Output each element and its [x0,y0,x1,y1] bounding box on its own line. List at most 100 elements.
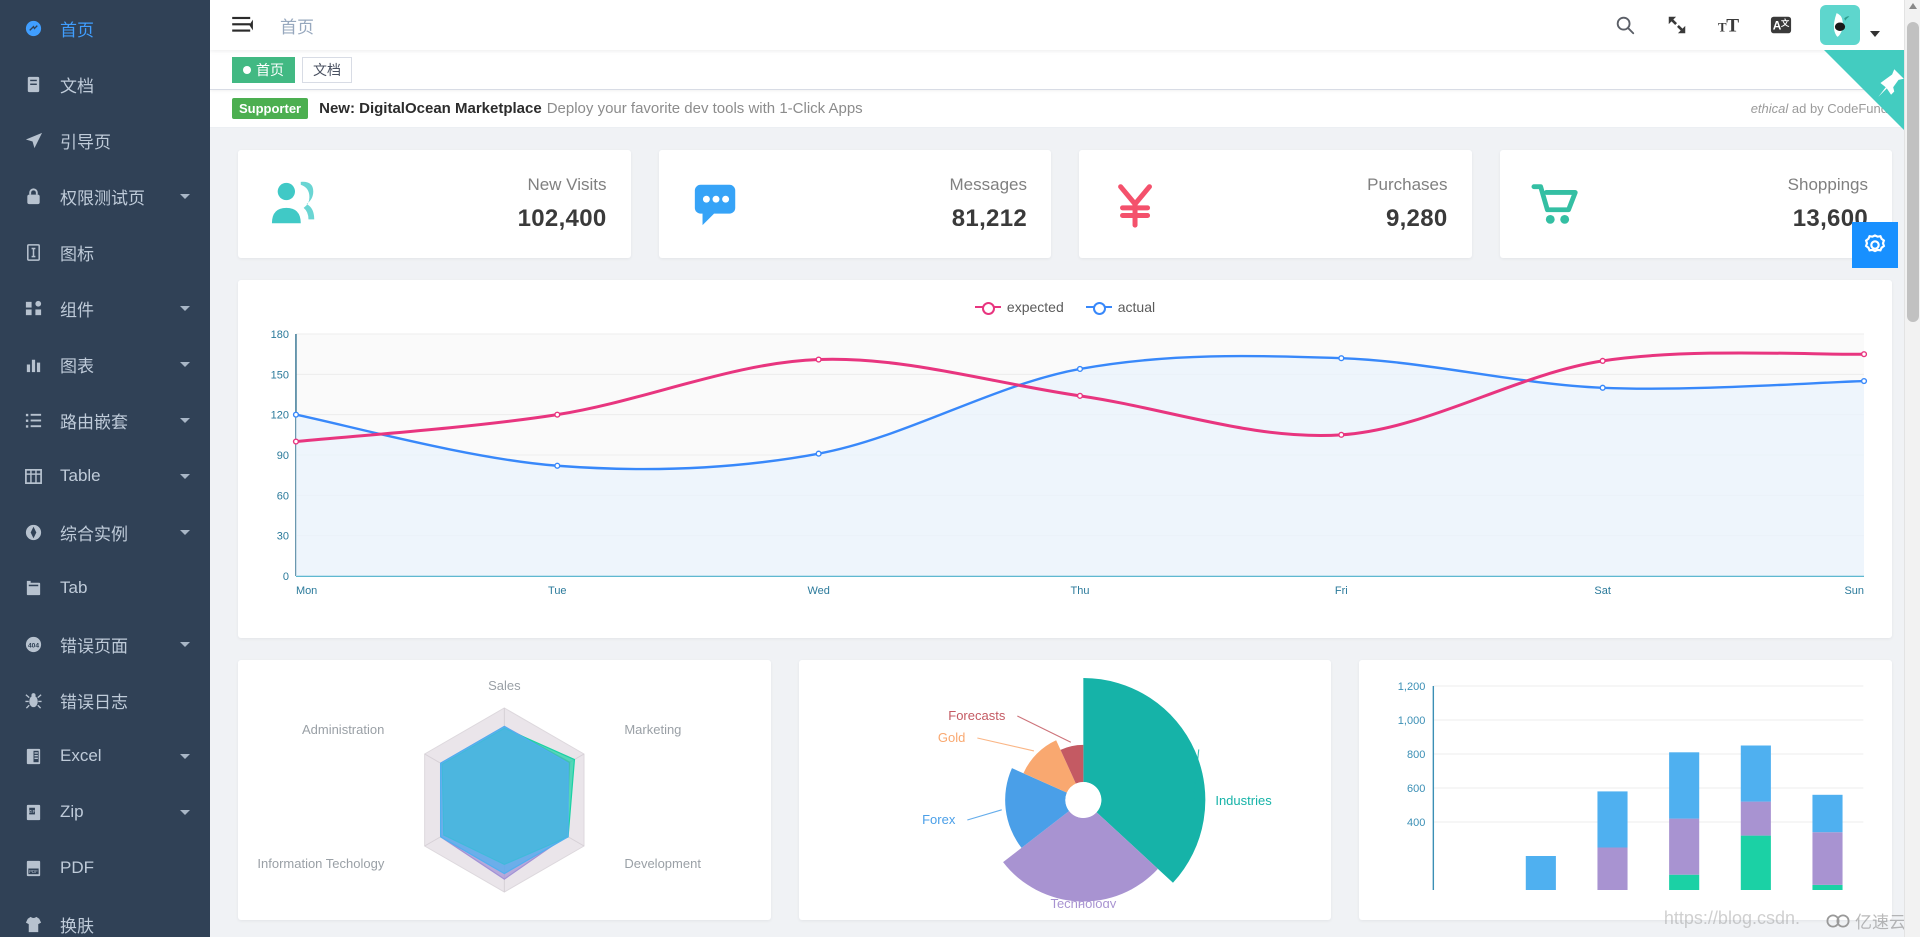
svg-text:180: 180 [271,329,289,341]
svg-text:Sat: Sat [1594,585,1610,597]
legend-label: actual [1117,299,1156,315]
cloud-icon [1826,914,1850,927]
svg-text:150: 150 [271,369,289,381]
guide-icon [20,129,46,151]
sidebar-item-2[interactable]: 引导页 [0,112,210,168]
svg-text:Wed: Wed [807,585,829,597]
legend-marker-actual-icon [1085,301,1112,315]
stat-panel-label: Messages [949,175,1027,194]
radar-chart-card: Sales Marketing Development Information Tec… [238,660,771,920]
svg-text:60: 60 [277,490,289,502]
settings-fab-button[interactable] [1852,222,1898,268]
sidebar-item-label: 路由嵌套 [60,412,128,432]
translate-icon[interactable]: A文 [1768,12,1794,38]
sidebar-item-label: 错误页面 [60,636,128,656]
line-chart-legend: expected actual [258,296,1872,318]
404-icon: 404 [20,633,46,655]
component-icon [20,297,46,319]
sidebar-item-13[interactable]: Excel [0,728,210,784]
theme-icon [20,913,46,935]
sidebar-item-8[interactable]: Table [0,448,210,504]
sidebar-item-16[interactable]: 换肤 [0,896,210,937]
stat-panel-label: Shoppings [1787,175,1868,194]
stat-panel-0[interactable]: New Visits 102,400 [238,150,631,258]
svg-text:Administration: Administration [302,722,384,737]
sidebar-item-label: 图表 [60,356,94,376]
sidebar-item-3[interactable]: 权限测试页 [0,168,210,224]
avatar[interactable] [1820,5,1860,45]
svg-text:Thu: Thu [1071,585,1090,597]
hamburger-icon[interactable] [232,16,254,34]
lock-icon [20,185,46,207]
tab-label: 首页 [256,61,284,78]
sidebar-item-5[interactable]: 组件 [0,280,210,336]
main-area: 首页 TT A文 首页 文档 Supporter New: DigitalOce… [210,0,1920,937]
tab-home[interactable]: 首页 [232,56,295,83]
legend-marker-expected-icon [974,301,1001,315]
app-root: 首页 文档 引导页 权限测试页 图标 组件 图表 路由嵌套 Table 综合实例 Tab 404 错误页… [0,0,1920,937]
message-icon [687,175,745,233]
line-chart-plot: 0 30 60 90 120 150 180 Mon Tue Wed Thu Fri Sat Sun [258,318,1872,628]
stat-panel-2[interactable]: Purchases 9,280 [1079,150,1472,258]
chevron-down-icon [180,529,190,535]
tab-icon [20,577,46,599]
icon-icon [20,241,46,263]
people-icon [266,175,324,233]
svg-text:Gold: Gold [938,730,965,745]
stat-panel-1[interactable]: Messages 81,212 [658,150,1051,258]
stat-panel-text: New Visits 102,400 [518,175,607,233]
tab-label: 文档 [313,61,341,78]
chevron-down-icon [180,473,190,479]
legend-item[interactable]: actual [1085,299,1156,315]
bug-icon [20,689,46,711]
sidebar-item-label: Zip [60,802,84,821]
sidebar-item-15[interactable]: PDF PDF [0,840,210,896]
sidebar-item-12[interactable]: 错误日志 [0,672,210,728]
svg-text:Mon: Mon [296,585,317,597]
stat-panel-value: 102,400 [517,205,607,232]
table-icon [20,465,46,487]
svg-text:Tue: Tue [548,585,567,597]
stat-panel-3[interactable]: Shoppings 13,600 [1499,150,1892,258]
watermark-brand-label: 亿速云 [1855,913,1906,932]
ad-badge: Supporter [232,98,309,119]
ad-description[interactable]: Deploy your favorite dev tools with 1-Cl… [547,100,863,117]
legend-item[interactable]: expected [974,299,1064,315]
avatar-dropdown-icon[interactable] [1870,31,1880,37]
stat-panel-value: 81,212 [951,205,1027,232]
svg-text:Sun: Sun [1844,585,1864,597]
svg-text:Information Techology: Information Techology [257,856,384,871]
sidebar-item-10[interactable]: Tab [0,560,210,616]
ad-attribution-italic: ethical [1750,101,1789,116]
scrollbar-thumb[interactable] [1907,22,1919,322]
active-dot-icon [243,65,251,74]
sidebar-item-6[interactable]: 图表 [0,336,210,392]
search-icon[interactable] [1612,12,1638,38]
tab-document[interactable]: 文档 [302,56,352,83]
page-scrollbar[interactable] [1904,0,1920,937]
font-size-icon[interactable]: TT [1716,12,1742,38]
sidebar-item-14[interactable]: ZIP Zip [0,784,210,840]
ad-title[interactable]: New: DigitalOcean Marketplace [319,100,542,117]
bar-chart-card: 400 600 800 1,000 1,200 [1359,660,1893,920]
sidebar-item-4[interactable]: 图标 [0,224,210,280]
svg-text:0: 0 [283,571,289,583]
chevron-down-icon [180,361,190,367]
watermark-brand: 亿速云 [1825,908,1906,933]
dashboard-content: New Visits 102,400 Messages 81,212 Purchases… [210,128,1920,920]
scroll-up-arrow-icon[interactable] [1909,3,1917,9]
legend-label: expected [1006,299,1064,315]
sidebar-item-0[interactable]: 首页 [0,0,210,56]
sidebar-item-9[interactable]: 综合实例 [0,504,210,560]
fullscreen-icon[interactable] [1664,12,1690,38]
sidebar-item-11[interactable]: 404 错误页面 [0,616,210,672]
breadcrumb[interactable]: 首页 [280,13,314,38]
sidebar-item-1[interactable]: 文档 [0,56,210,112]
ad-attribution[interactable]: ethical ad by CodeFund [1751,101,1898,116]
sidebar-item-7[interactable]: 路由嵌套 [0,392,210,448]
settings-gear-icon [1864,234,1886,253]
sidebar-item-label: Tab [60,578,88,597]
ad-attribution-rest: ad by CodeFund [1788,101,1888,116]
svg-text:800: 800 [1407,749,1425,761]
svg-text:30: 30 [277,531,289,543]
